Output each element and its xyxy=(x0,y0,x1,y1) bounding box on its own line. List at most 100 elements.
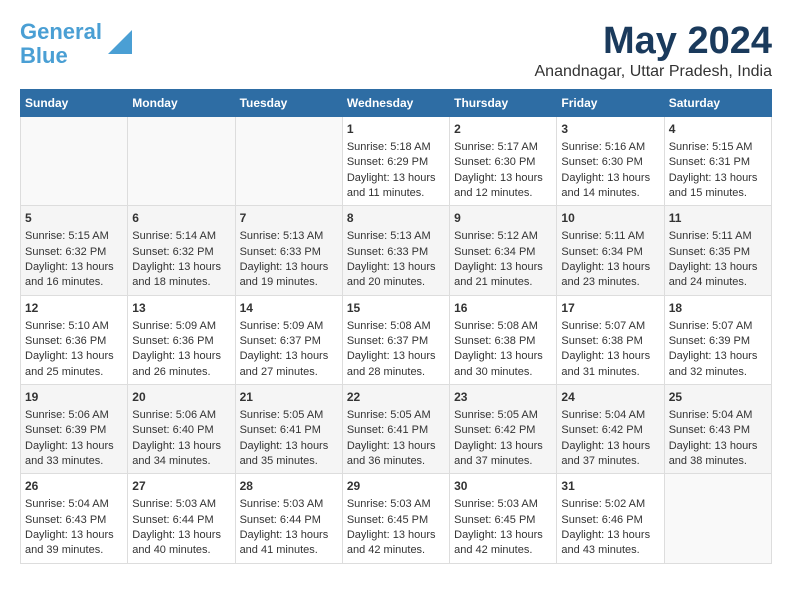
sunset-text: Sunset: 6:45 PM xyxy=(454,513,552,528)
daylight-text: Daylight: 13 hours and 30 minutes. xyxy=(454,349,552,380)
daylight-text: Daylight: 13 hours and 19 minutes. xyxy=(240,260,338,291)
daylight-text: Daylight: 13 hours and 37 minutes. xyxy=(561,439,659,470)
sunrise-text: Sunrise: 5:04 AM xyxy=(561,408,659,423)
cell-4-3: 21Sunrise: 5:05 AMSunset: 6:41 PMDayligh… xyxy=(235,385,342,474)
daylight-text: Daylight: 13 hours and 43 minutes. xyxy=(561,528,659,559)
header-monday: Monday xyxy=(128,90,235,117)
sunset-text: Sunset: 6:43 PM xyxy=(25,513,123,528)
header: GeneralBlue May 2024 Anandnagar, Uttar P… xyxy=(20,20,772,81)
sunrise-text: Sunrise: 5:08 AM xyxy=(454,319,552,334)
day-number: 17 xyxy=(561,300,659,317)
day-number: 22 xyxy=(347,389,445,406)
day-number: 21 xyxy=(240,389,338,406)
day-number: 6 xyxy=(132,210,230,227)
day-number: 9 xyxy=(454,210,552,227)
sunrise-text: Sunrise: 5:13 AM xyxy=(347,229,445,244)
cell-5-4: 29Sunrise: 5:03 AMSunset: 6:45 PMDayligh… xyxy=(342,474,449,563)
header-wednesday: Wednesday xyxy=(342,90,449,117)
cell-3-1: 12Sunrise: 5:10 AMSunset: 6:36 PMDayligh… xyxy=(21,295,128,384)
sunset-text: Sunset: 6:34 PM xyxy=(561,245,659,260)
day-number: 15 xyxy=(347,300,445,317)
sunset-text: Sunset: 6:36 PM xyxy=(25,334,123,349)
daylight-text: Daylight: 13 hours and 40 minutes. xyxy=(132,528,230,559)
sunset-text: Sunset: 6:42 PM xyxy=(561,423,659,438)
calendar-table: Sunday Monday Tuesday Wednesday Thursday… xyxy=(20,89,772,564)
sunrise-text: Sunrise: 5:02 AM xyxy=(561,497,659,512)
cell-2-2: 6Sunrise: 5:14 AMSunset: 6:32 PMDaylight… xyxy=(128,206,235,295)
cell-2-7: 11Sunrise: 5:11 AMSunset: 6:35 PMDayligh… xyxy=(664,206,771,295)
cell-1-6: 3Sunrise: 5:16 AMSunset: 6:30 PMDaylight… xyxy=(557,117,664,206)
sunrise-text: Sunrise: 5:04 AM xyxy=(669,408,767,423)
day-number: 1 xyxy=(347,121,445,138)
sunrise-text: Sunrise: 5:10 AM xyxy=(25,319,123,334)
day-number: 23 xyxy=(454,389,552,406)
cell-2-4: 8Sunrise: 5:13 AMSunset: 6:33 PMDaylight… xyxy=(342,206,449,295)
daylight-text: Daylight: 13 hours and 38 minutes. xyxy=(669,439,767,470)
day-number: 29 xyxy=(347,478,445,495)
day-number: 5 xyxy=(25,210,123,227)
sunrise-text: Sunrise: 5:12 AM xyxy=(454,229,552,244)
sunrise-text: Sunrise: 5:09 AM xyxy=(240,319,338,334)
day-number: 12 xyxy=(25,300,123,317)
sunset-text: Sunset: 6:33 PM xyxy=(240,245,338,260)
cell-1-2 xyxy=(128,117,235,206)
cell-1-7: 4Sunrise: 5:15 AMSunset: 6:31 PMDaylight… xyxy=(664,117,771,206)
sunset-text: Sunset: 6:38 PM xyxy=(561,334,659,349)
daylight-text: Daylight: 13 hours and 32 minutes. xyxy=(669,349,767,380)
sunrise-text: Sunrise: 5:09 AM xyxy=(132,319,230,334)
sunset-text: Sunset: 6:37 PM xyxy=(240,334,338,349)
sunset-text: Sunset: 6:34 PM xyxy=(454,245,552,260)
cell-2-3: 7Sunrise: 5:13 AMSunset: 6:33 PMDaylight… xyxy=(235,206,342,295)
sunrise-text: Sunrise: 5:14 AM xyxy=(132,229,230,244)
day-number: 13 xyxy=(132,300,230,317)
day-number: 25 xyxy=(669,389,767,406)
sunset-text: Sunset: 6:39 PM xyxy=(25,423,123,438)
cell-5-7 xyxy=(664,474,771,563)
cell-1-1 xyxy=(21,117,128,206)
cell-5-2: 27Sunrise: 5:03 AMSunset: 6:44 PMDayligh… xyxy=(128,474,235,563)
daylight-text: Daylight: 13 hours and 14 minutes. xyxy=(561,171,659,202)
subtitle: Anandnagar, Uttar Pradesh, India xyxy=(535,63,773,81)
cell-3-7: 18Sunrise: 5:07 AMSunset: 6:39 PMDayligh… xyxy=(664,295,771,384)
cell-1-4: 1Sunrise: 5:18 AMSunset: 6:29 PMDaylight… xyxy=(342,117,449,206)
week-row-3: 12 Sunrise: 5:10 AMSunset: 6:36 PM Dayligh… xyxy=(21,295,772,384)
day-number: 19 xyxy=(25,389,123,406)
header-tuesday: Tuesday xyxy=(235,90,342,117)
cell-3-4: 15Sunrise: 5:08 AMSunset: 6:37 PMDayligh… xyxy=(342,295,449,384)
cell-2-6: 10Sunrise: 5:11 AMSunset: 6:34 PMDayligh… xyxy=(557,206,664,295)
daylight-text: Daylight: 13 hours and 21 minutes. xyxy=(454,260,552,291)
sunset-text: Sunset: 6:40 PM xyxy=(132,423,230,438)
cell-5-1: 26Sunrise: 5:04 AMSunset: 6:43 PMDayligh… xyxy=(21,474,128,563)
cell-3-6: 17Sunrise: 5:07 AMSunset: 6:38 PMDayligh… xyxy=(557,295,664,384)
sunset-text: Sunset: 6:31 PM xyxy=(669,155,767,170)
logo-icon xyxy=(104,26,132,54)
cell-4-5: 23Sunrise: 5:05 AMSunset: 6:42 PMDayligh… xyxy=(450,385,557,474)
sunrise-text: Sunrise: 5:06 AM xyxy=(25,408,123,423)
header-sunday: Sunday xyxy=(21,90,128,117)
day-number: 28 xyxy=(240,478,338,495)
daylight-text: Daylight: 13 hours and 12 minutes. xyxy=(454,171,552,202)
cell-3-3: 14Sunrise: 5:09 AMSunset: 6:37 PMDayligh… xyxy=(235,295,342,384)
sunset-text: Sunset: 6:30 PM xyxy=(454,155,552,170)
sunrise-text: Sunrise: 5:03 AM xyxy=(240,497,338,512)
daylight-text: Daylight: 13 hours and 36 minutes. xyxy=(347,439,445,470)
cell-4-6: 24Sunrise: 5:04 AMSunset: 6:42 PMDayligh… xyxy=(557,385,664,474)
sunset-text: Sunset: 6:41 PM xyxy=(347,423,445,438)
sunrise-text: Sunrise: 5:05 AM xyxy=(347,408,445,423)
cell-5-3: 28Sunrise: 5:03 AMSunset: 6:44 PMDayligh… xyxy=(235,474,342,563)
daylight-text: Daylight: 13 hours and 34 minutes. xyxy=(132,439,230,470)
cell-3-5: 16Sunrise: 5:08 AMSunset: 6:38 PMDayligh… xyxy=(450,295,557,384)
daylight-text: Daylight: 13 hours and 23 minutes. xyxy=(561,260,659,291)
daylight-text: Daylight: 13 hours and 24 minutes. xyxy=(669,260,767,291)
cell-2-1: 5Sunrise: 5:15 AMSunset: 6:32 PMDaylight… xyxy=(21,206,128,295)
sunrise-text: Sunrise: 5:11 AM xyxy=(669,229,767,244)
day-number: 8 xyxy=(347,210,445,227)
daylight-text: Daylight: 13 hours and 39 minutes. xyxy=(25,528,123,559)
sunset-text: Sunset: 6:44 PM xyxy=(132,513,230,528)
sunrise-text: Sunrise: 5:04 AM xyxy=(25,497,123,512)
daylight-text: Daylight: 13 hours and 37 minutes. xyxy=(454,439,552,470)
day-number: 16 xyxy=(454,300,552,317)
week-row-2: 5Sunrise: 5:15 AMSunset: 6:32 PMDaylight… xyxy=(21,206,772,295)
logo: GeneralBlue xyxy=(20,20,132,68)
sunrise-text: Sunrise: 5:03 AM xyxy=(454,497,552,512)
